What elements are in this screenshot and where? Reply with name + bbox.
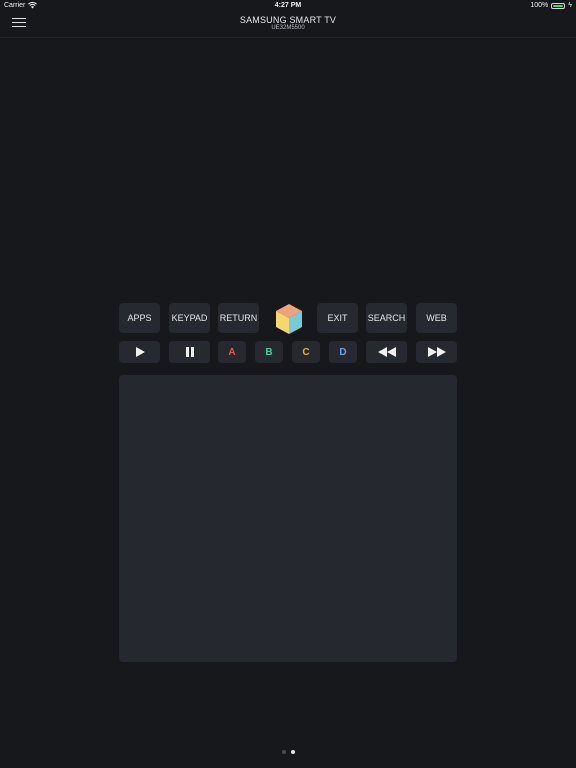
smart-hub-cube-icon[interactable]	[275, 303, 303, 335]
exit-button[interactable]: EXIT	[317, 303, 358, 333]
status-time: 4:27 PM	[274, 2, 302, 9]
page-dot-2-active[interactable]	[290, 750, 295, 754]
pause-icon	[185, 347, 194, 357]
keypad-button[interactable]: KEYPAD	[169, 303, 210, 333]
fast-forward-button[interactable]	[416, 341, 457, 363]
color-a-label: A	[228, 346, 236, 358]
color-b-button[interactable]: B	[255, 341, 283, 363]
touchpad[interactable]	[119, 375, 457, 662]
color-d-label: D	[339, 346, 347, 358]
function-row: APPS KEYPAD RETURN EXIT SEARCH WEB	[119, 303, 457, 335]
device-model: UE32M5500	[271, 25, 305, 31]
play-icon	[135, 347, 145, 357]
status-right: 100% ϟ	[530, 2, 572, 9]
web-button[interactable]: WEB	[416, 303, 457, 333]
color-a-button[interactable]: A	[218, 341, 246, 363]
fast-forward-icon	[427, 347, 446, 357]
return-button[interactable]: RETURN	[218, 303, 259, 333]
color-d-button[interactable]: D	[329, 341, 357, 363]
media-row: A B C D	[119, 341, 457, 363]
apps-button[interactable]: APPS	[119, 303, 160, 333]
charging-icon: ϟ	[568, 2, 572, 9]
color-c-button[interactable]: C	[292, 341, 320, 363]
rewind-icon	[377, 347, 396, 357]
battery-icon	[551, 2, 566, 9]
play-button[interactable]	[119, 341, 160, 363]
color-c-label: C	[302, 346, 310, 358]
status-bar: Carrier 4:27 PM 100% ϟ	[0, 0, 576, 12]
remote-screen: Carrier 4:27 PM 100% ϟ SAMSUNG SMART TV …	[0, 0, 576, 768]
rewind-button[interactable]	[366, 341, 407, 363]
page-dot-1[interactable]	[281, 750, 286, 754]
color-b-label: B	[265, 346, 273, 358]
pause-button[interactable]	[169, 341, 210, 363]
device-name: SAMSUNG SMART TV	[239, 15, 337, 25]
page-control[interactable]	[0, 750, 576, 754]
nav-bar: SAMSUNG SMART TV UE32M5500	[0, 12, 576, 38]
search-button[interactable]: SEARCH	[366, 303, 407, 333]
battery-percent: 100%	[530, 2, 549, 9]
